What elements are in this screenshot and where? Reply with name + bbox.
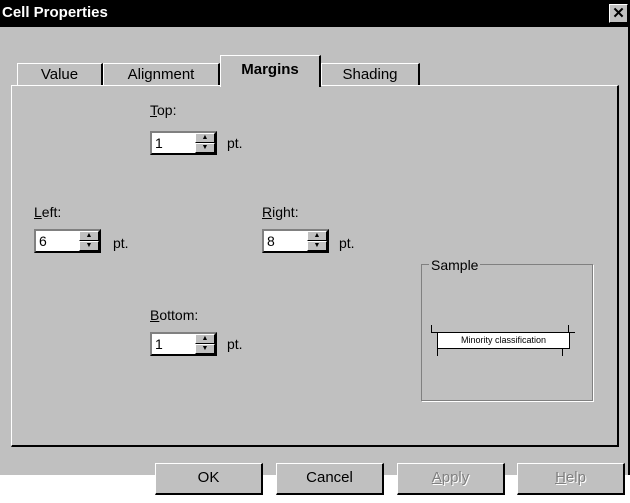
bottom-margin-spinner[interactable]: 1 ▲ ▼ <box>150 332 217 356</box>
right-spin-buttons: ▲ ▼ <box>307 231 327 251</box>
left-spin-down-button[interactable]: ▼ <box>79 241 99 251</box>
tab-value[interactable]: Value <box>17 63 103 86</box>
bottom-spin-down-button[interactable]: ▼ <box>195 344 215 354</box>
bottom-spin-buttons: ▲ ▼ <box>195 334 215 354</box>
tab-margins-label: Margins <box>241 61 299 78</box>
bottom-unit-label: pt. <box>227 336 243 352</box>
tab-alignment[interactable]: Alignment <box>103 63 220 86</box>
sample-preview-cell: Minority classification <box>437 332 570 349</box>
ok-button[interactable]: OK <box>155 463 263 495</box>
left-label: Left: <box>34 204 61 220</box>
cancel-button[interactable]: Cancel <box>276 463 384 495</box>
bottom-margin-value[interactable]: 1 <box>155 336 163 352</box>
top-spin-down-button[interactable]: ▼ <box>195 143 215 153</box>
tab-shading-label: Shading <box>342 66 398 83</box>
tab-margins[interactable]: Margins <box>220 55 321 87</box>
top-mnemonic: T <box>150 102 157 118</box>
sample-legend: Sample <box>429 257 481 273</box>
left-label-text: eft: <box>41 204 62 220</box>
apply-button-label: pply <box>441 469 470 486</box>
tab-value-label: Value <box>40 66 79 83</box>
right-mnemonic: R <box>262 204 273 220</box>
window-title: Cell Properties <box>2 4 108 21</box>
sample-corner-tick <box>431 332 438 333</box>
sample-corner-tick <box>568 332 575 333</box>
top-spin-up-button[interactable]: ▲ <box>195 133 215 143</box>
right-spin-up-button[interactable]: ▲ <box>307 231 327 241</box>
apply-button[interactable]: Apply <box>397 463 505 495</box>
top-label-text: op: <box>157 102 177 118</box>
left-mnemonic: L <box>34 204 42 220</box>
left-spin-up-button[interactable]: ▲ <box>79 231 99 241</box>
help-button[interactable]: Help <box>517 463 625 495</box>
tab-shading[interactable]: Shading <box>321 63 420 86</box>
ok-button-label: OK <box>197 469 220 486</box>
help-mnemonic: H <box>555 469 566 486</box>
left-unit-label: pt. <box>113 235 129 251</box>
left-margin-value[interactable]: 6 <box>39 233 47 249</box>
bottom-spin-up-button[interactable]: ▲ <box>195 334 215 344</box>
right-spin-down-button[interactable]: ▼ <box>307 241 327 251</box>
bottom-label-text: ottom: <box>159 307 199 323</box>
apply-mnemonic: A <box>431 469 442 486</box>
cancel-button-label: Cancel <box>306 469 353 486</box>
close-button[interactable]: ✕ <box>609 4 628 23</box>
sample-corner-tick <box>562 348 563 356</box>
title-bar: Cell Properties ✕ <box>0 0 630 27</box>
bottom-label: Bottom: <box>150 307 198 323</box>
right-margin-spinner[interactable]: 8 ▲ ▼ <box>262 229 329 253</box>
bottom-mnemonic: B <box>150 307 160 323</box>
top-margin-spinner[interactable]: 1 ▲ ▼ <box>150 131 217 155</box>
top-label: Top: <box>150 102 176 118</box>
close-icon: ✕ <box>612 5 625 22</box>
right-label-text: ight: <box>272 204 299 220</box>
cell-properties-dialog: Cell Properties ✕ Value Alignment Margin… <box>0 0 630 495</box>
sample-preview-text: Minority classification <box>460 335 547 345</box>
left-spin-buttons: ▲ ▼ <box>79 231 99 251</box>
top-margin-value[interactable]: 1 <box>155 135 163 151</box>
right-label: Right: <box>262 204 299 220</box>
top-spin-buttons: ▲ ▼ <box>195 133 215 153</box>
right-margin-value[interactable]: 8 <box>267 233 275 249</box>
right-unit-label: pt. <box>339 235 355 251</box>
sample-corner-tick <box>437 348 438 356</box>
top-unit-label: pt. <box>227 135 243 151</box>
help-button-label: elp <box>565 469 586 486</box>
tab-alignment-label: Alignment <box>127 66 195 83</box>
left-margin-spinner[interactable]: 6 ▲ ▼ <box>34 229 101 253</box>
